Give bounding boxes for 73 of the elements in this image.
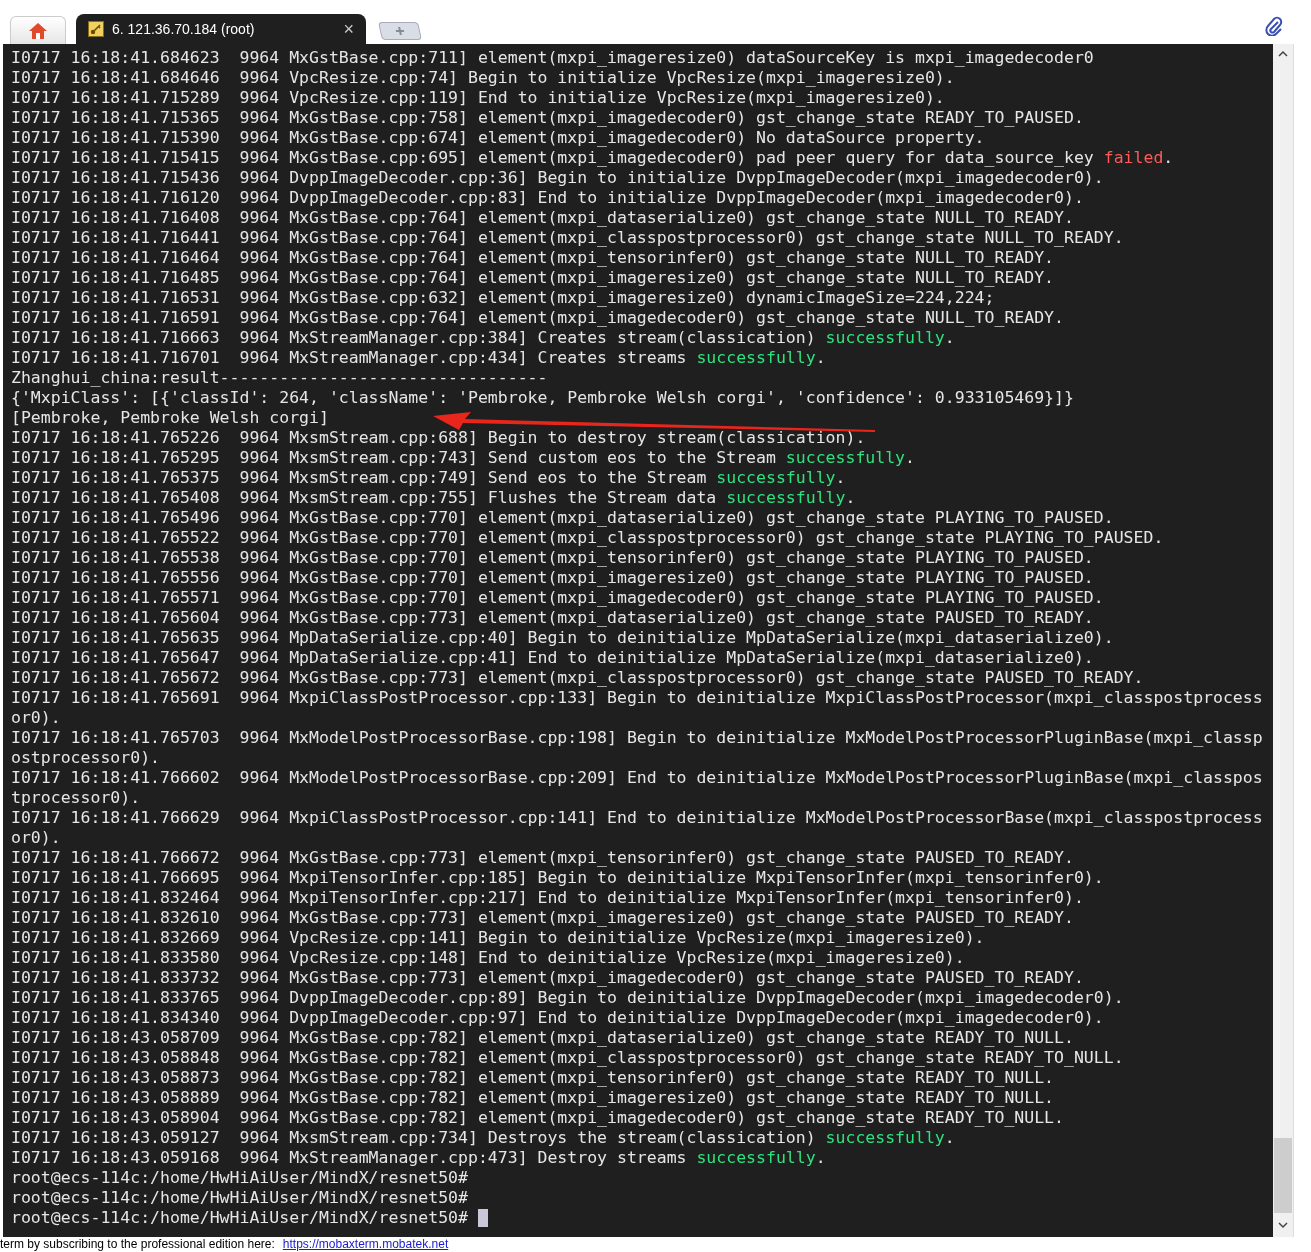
terminal-line: I0717 16:18:41.716464 9964 MxGstBase.cpp:764] element(mxpi_tensorinfer0) gst_change_state NULL_TO_READY. bbox=[11, 248, 1055, 268]
terminal-line: tprocessor0). bbox=[11, 788, 141, 808]
terminal-line: I0717 16:18:43.058873 9964 MxGstBase.cpp:782] element(mxpi_tensorinfer0) gst_change_state READY_TO_NULL. bbox=[11, 1068, 1055, 1088]
footer-text: term by subscribing to the professional edition here: bbox=[0, 1237, 275, 1252]
terminal-line: I0717 16:18:41.765556 9964 MxGstBase.cpp:770] element(mxpi_imageresize0) gst_change_state PLAYING_TO_PAUSED. bbox=[11, 568, 1094, 588]
terminal-line: I0717 16:18:41.716663 9964 MxStreamManager.cpp:384] Creates stream(classication) successfully. bbox=[11, 328, 955, 348]
terminal-line: I0717 16:18:41.766672 9964 MxGstBase.cpp:773] element(mxpi_tensorinfer0) gst_change_state PAUSED_TO_READY. bbox=[11, 848, 1074, 868]
terminal-line: or0). bbox=[11, 708, 61, 728]
session-tab[interactable]: 6. 121.36.70.184 (root) × bbox=[76, 14, 366, 44]
plus-icon bbox=[393, 26, 407, 36]
close-tab-button[interactable]: × bbox=[343, 20, 354, 38]
terminal-line: ostprocessor0). bbox=[11, 748, 160, 768]
paperclip-icon[interactable] bbox=[1265, 16, 1283, 36]
terminal-line: I0717 16:18:41.766629 9964 MxpiClassPostProcessor.cpp:141] End to deinitialize MxModelPostProcessorBase(mxpi_classpostprocess bbox=[11, 808, 1263, 828]
key-icon bbox=[88, 21, 104, 37]
terminal-line: I0717 16:18:41.716531 9964 MxGstBase.cpp:632] element(mxpi_imageresize0) dynamicImageSize=224,224; bbox=[11, 288, 995, 308]
terminal-line: I0717 16:18:43.058904 9964 MxGstBase.cpp:782] element(mxpi_imagedecoder0) gst_change_state READY_TO_NULL. bbox=[11, 1108, 1064, 1128]
terminal-line: I0717 16:18:41.715415 9964 MxGstBase.cpp:695] element(mxpi_imagedecoder0) pad peer query for data_source_key failed. bbox=[11, 148, 1174, 168]
terminal-line: I0717 16:18:43.058848 9964 MxGstBase.cpp:782] element(mxpi_classpostprocessor0) gst_change_state READY_TO_NULL. bbox=[11, 1048, 1124, 1068]
terminal-line: I0717 16:18:41.716485 9964 MxGstBase.cpp:764] element(mxpi_imageresize0) gst_change_state NULL_TO_READY. bbox=[11, 268, 1055, 288]
terminal-line: I0717 16:18:41.765295 9964 MxsmStream.cpp:743] Send custom eos to the Stream successfully. bbox=[11, 448, 915, 468]
terminal-line: {'MxpiClass': [{'classId': 264, 'className': 'Pembroke, Pembroke Welsh corgi', 'confidence': 0.933105469}]} bbox=[11, 388, 1074, 408]
terminal-line: I0717 16:18:41.765538 9964 MxGstBase.cpp:770] element(mxpi_tensorinfer0) gst_change_state PLAYING_TO_PAUSED. bbox=[11, 548, 1094, 568]
terminal-line: I0717 16:18:43.059127 9964 MxsmStream.cpp:734] Destroys the stream(classication) successfully. bbox=[11, 1128, 955, 1148]
terminal-line: or0). bbox=[11, 828, 61, 848]
terminal-line: I0717 16:18:41.833732 9964 MxGstBase.cpp:773] element(mxpi_imagedecoder0) gst_change_state PAUSED_TO_READY. bbox=[11, 968, 1084, 988]
terminal-line: I0717 16:18:41.832610 9964 MxGstBase.cpp:773] element(mxpi_imageresize0) gst_change_state PAUSED_TO_READY. bbox=[11, 908, 1074, 928]
terminal-line: I0717 16:18:41.765571 9964 MxGstBase.cpp:770] element(mxpi_imagedecoder0) gst_change_state PLAYING_TO_PAUSED. bbox=[11, 588, 1104, 608]
terminal-line: I0717 16:18:41.684646 9964 VpcResize.cpp:74] Begin to initialize VpcResize(mxpi_imageresize0). bbox=[11, 68, 955, 88]
terminal-line: I0717 16:18:41.765408 9964 MxsmStream.cpp:755] Flushes the Stream data successfully. bbox=[11, 488, 856, 508]
terminal-line: I0717 16:18:41.716591 9964 MxGstBase.cpp:764] element(mxpi_imagedecoder0) gst_change_state NULL_TO_READY. bbox=[11, 308, 1064, 328]
terminal-line: I0717 16:18:41.765691 9964 MxpiClassPostProcessor.cpp:133] Begin to deinitialize MxpiClassPostProcessor(mxpi_classpostprocess bbox=[11, 688, 1263, 708]
terminal-line: I0717 16:18:41.832669 9964 VpcResize.cpp:141] Begin to deinitialize VpcResize(mxpi_imageresize0). bbox=[11, 928, 985, 948]
terminal-line: root@ecs-114c:/home/HwHiAiUser/MindX/resnet50# bbox=[11, 1208, 469, 1228]
scroll-down-icon[interactable] bbox=[1277, 1219, 1289, 1231]
terminal-line: I0717 16:18:41.684623 9964 MxGstBase.cpp:711] element(mxpi_imageresize0) dataSourceKey is mxpi_imagedecoder0 bbox=[11, 48, 1094, 68]
terminal-line: I0717 16:18:41.765672 9964 MxGstBase.cpp:773] element(mxpi_classpostprocessor0) gst_change_state PAUSED_TO_READY. bbox=[11, 668, 1144, 688]
terminal-line: I0717 16:18:41.833765 9964 DvppImageDecoder.cpp:89] Begin to deinitialize DvppImageDecoder(mxpi_imagedecoder0). bbox=[11, 988, 1124, 1008]
terminal-line: [Pembroke, Pembroke Welsh corgi] bbox=[11, 408, 329, 428]
website-link[interactable]: https://mobaxterm.mobatek.net bbox=[282, 1237, 449, 1252]
terminal-line: I0717 16:18:43.058709 9964 MxGstBase.cpp:782] element(mxpi_dataserialize0) gst_change_state READY_TO_NULL. bbox=[11, 1028, 1074, 1048]
terminal-line: I0717 16:18:41.715436 9964 DvppImageDecoder.cpp:36] Begin to initialize DvppImageDecoder(mxpi_imagedecoder0). bbox=[11, 168, 1104, 188]
home-tab[interactable] bbox=[10, 16, 66, 44]
new-tab-button[interactable] bbox=[378, 22, 422, 40]
terminal-line: I0717 16:18:41.716441 9964 MxGstBase.cpp:764] element(mxpi_classpostprocessor0) gst_change_state NULL_TO_READY. bbox=[11, 228, 1124, 248]
terminal-line: I0717 16:18:41.765647 9964 MpDataSerialize.cpp:41] End to deinitialize MpDataSerialize(mxpi_dataserialize0). bbox=[11, 648, 1094, 668]
terminal-line: Zhanghui_china:result--------------------------------- bbox=[11, 368, 548, 388]
terminal-line: I0717 16:18:41.716408 9964 MxGstBase.cpp:764] element(mxpi_dataserialize0) gst_change_state NULL_TO_READY. bbox=[11, 208, 1074, 228]
terminal-line: I0717 16:18:41.766695 9964 MxpiTensorInfer.cpp:185] Begin to deinitialize MxpiTensorInfer(mxpi_tensorinfer0). bbox=[11, 868, 1104, 888]
house-icon bbox=[28, 21, 48, 40]
terminal-line: I0717 16:18:41.715365 9964 MxGstBase.cpp:758] element(mxpi_imagedecoder0) gst_change_state READY_TO_PAUSED. bbox=[11, 108, 1084, 128]
terminal-line: I0717 16:18:41.765703 9964 MxModelPostProcessorBase.cpp:198] Begin to deinitialize MxModelPostProcessorPluginBase(mxpi_classp bbox=[11, 728, 1263, 748]
scrollbar[interactable] bbox=[1273, 44, 1293, 1237]
terminal-line: I0717 16:18:41.765604 9964 MxGstBase.cpp:773] element(mxpi_dataserialize0) gst_change_state PAUSED_TO_READY. bbox=[11, 608, 1094, 628]
terminal-line: I0717 16:18:41.715390 9964 MxGstBase.cpp:674] element(mxpi_imagedecoder0) No dataSource property. bbox=[11, 128, 985, 148]
terminal-line: I0717 16:18:41.832464 9964 MxpiTensorInfer.cpp:217] End to deinitialize MxpiTensorInfer(mxpi_tensorinfer0). bbox=[11, 888, 1084, 908]
terminal-line: I0717 16:18:41.766602 9964 MxModelPostProcessorBase.cpp:209] End to deinitialize MxModelPostProcessorPluginBase(mxpi_classpos bbox=[11, 768, 1263, 788]
terminal-line: I0717 16:18:41.716701 9964 MxStreamManager.cpp:434] Creates streams successfully. bbox=[11, 348, 826, 368]
terminal-line: I0717 16:18:41.765522 9964 MxGstBase.cpp:770] element(mxpi_classpostprocessor0) gst_change_state PLAYING_TO_PAUSED. bbox=[11, 528, 1164, 548]
terminal-line: I0717 16:18:41.715289 9964 VpcResize.cpp:119] End to initialize VpcResize(mxpi_imageresize0). bbox=[11, 88, 945, 108]
tab-title: 6. 121.36.70.184 (root) bbox=[112, 19, 256, 39]
terminal-line: I0717 16:18:41.716120 9964 DvppImageDecoder.cpp:83] End to initialize DvppImageDecoder(mxpi_imagedecoder0). bbox=[11, 188, 1084, 208]
terminal-line: I0717 16:18:43.059168 9964 MxStreamManager.cpp:473] Destroy streams successfully. bbox=[11, 1148, 826, 1168]
terminal-line: I0717 16:18:41.765375 9964 MxsmStream.cpp:749] Send eos to the Stream successfully. bbox=[11, 468, 846, 488]
scrollbar-thumb[interactable] bbox=[1274, 1138, 1292, 1213]
terminal-line: root@ecs-114c:/home/HwHiAiUser/MindX/resnet50# bbox=[11, 1188, 468, 1208]
terminal-line: I0717 16:18:41.765635 9964 MpDataSerialize.cpp:40] Begin to deinitialize MpDataSerialize(mxpi_dataserialize0). bbox=[11, 628, 1114, 648]
terminal-line: root@ecs-114c:/home/HwHiAiUser/MindX/resnet50# bbox=[11, 1168, 468, 1188]
terminal-line: I0717 16:18:41.833580 9964 VpcResize.cpp:148] End to deinitialize VpcResize(mxpi_imageresize0). bbox=[11, 948, 965, 968]
terminal-line: I0717 16:18:41.834340 9964 DvppImageDecoder.cpp:97] End to deinitialize DvppImageDecoder(mxpi_imagedecoder0). bbox=[11, 1008, 1104, 1028]
terminal-line: I0717 16:18:41.765496 9964 MxGstBase.cpp:770] element(mxpi_dataserialize0) gst_change_state PLAYING_TO_PAUSED. bbox=[11, 508, 1114, 528]
terminal-line: I0717 16:18:43.058889 9964 MxGstBase.cpp:782] element(mxpi_imageresize0) gst_change_state READY_TO_NULL. bbox=[11, 1088, 1055, 1108]
terminal-line: I0717 16:18:41.765226 9964 MxsmStream.cpp:688] Begin to destroy stream(classication). bbox=[11, 428, 866, 448]
